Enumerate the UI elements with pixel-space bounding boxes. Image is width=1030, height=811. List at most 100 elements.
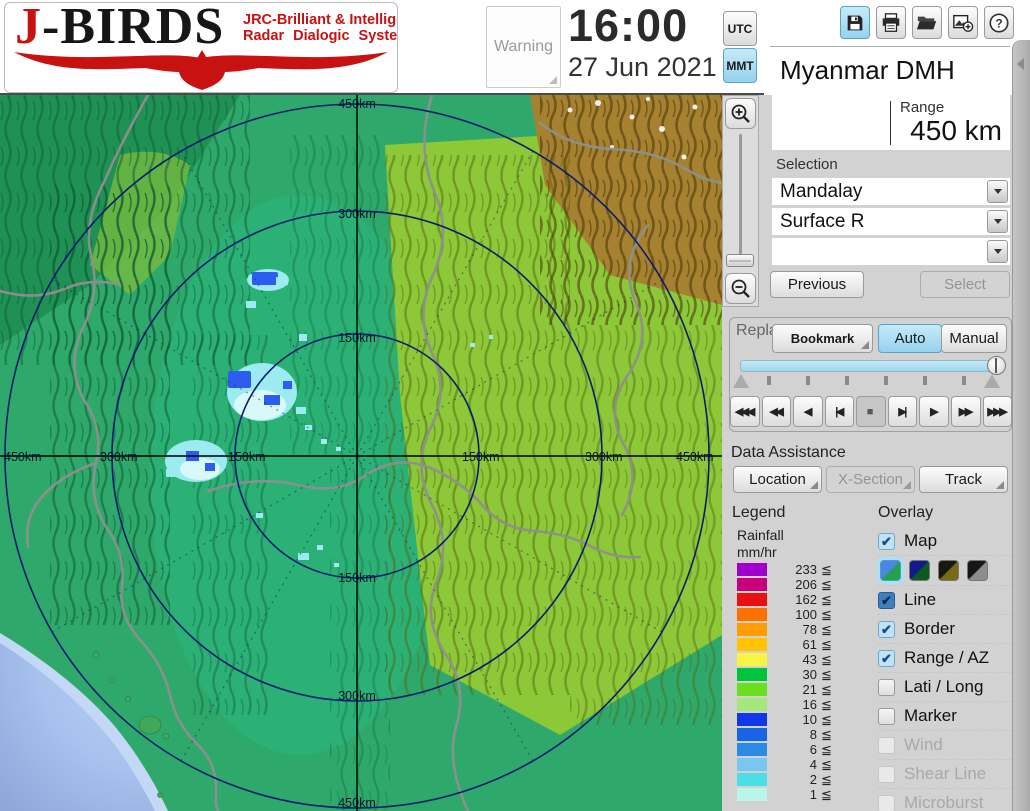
playback-forward-button[interactable]: ▶▶ xyxy=(951,396,981,427)
chevron-down-icon[interactable] xyxy=(987,180,1008,203)
eagle-icon xyxy=(12,49,390,91)
legend-color-swatch xyxy=(737,668,767,681)
playback-rewind-fast-button[interactable]: ◀◀◀ xyxy=(730,396,760,427)
legend-color-swatch xyxy=(737,653,767,666)
slider-tick xyxy=(806,376,810,385)
timezone-mmt-button[interactable]: MMT xyxy=(723,48,757,83)
range-az-checkbox[interactable]: ✔ xyxy=(878,650,895,667)
legend-operator: ≦ xyxy=(821,637,832,653)
marker-checkbox[interactable] xyxy=(878,708,895,725)
station-name: Myanmar DMH xyxy=(772,50,1010,90)
clock-date: 27 Jun 2021 xyxy=(568,52,717,83)
range-display: Range 450 km xyxy=(772,95,1010,150)
overlay-row-line: ✔Line xyxy=(878,586,1012,615)
previous-button[interactable]: Previous xyxy=(770,271,864,298)
timezone-utc-button[interactable]: UTC xyxy=(723,11,757,46)
line-checkbox[interactable]: ✔ xyxy=(878,592,895,609)
slider-tick xyxy=(767,376,771,385)
legend-value: 10 xyxy=(779,712,817,727)
playback-rewind-button[interactable]: ◀◀ xyxy=(762,396,792,427)
replay-slider-track[interactable] xyxy=(740,360,1004,372)
legend-item: 6≦ xyxy=(737,742,832,757)
slider-tick xyxy=(962,376,966,385)
range-ring-label: 150km xyxy=(462,450,500,464)
warning-button[interactable]: Warning xyxy=(486,6,561,88)
playback-forward-fast-button[interactable]: ▶▶▶ xyxy=(983,396,1013,427)
bookmark-button[interactable]: Bookmark xyxy=(772,324,873,353)
range-ring-label: 150km xyxy=(228,450,266,464)
header-bar: J-BIRDS JRC-Brilliant & Intelligent Rada… xyxy=(0,0,1030,95)
panel-collapse-strip[interactable] xyxy=(1012,40,1030,811)
playback-play-reverse-button[interactable]: ◀ xyxy=(793,396,823,427)
track-button[interactable]: Track xyxy=(919,466,1008,493)
map-style-black-gray-button[interactable] xyxy=(967,560,988,581)
selection-dropdown-3[interactable] xyxy=(772,238,1010,265)
wind-checkbox xyxy=(878,737,895,754)
legend-color-swatch xyxy=(737,608,767,621)
map-style-navy-green-button[interactable] xyxy=(909,560,930,581)
data-assistance-label: Data Assistance xyxy=(731,444,846,462)
dropdown-value: Mandalay xyxy=(780,179,862,205)
print-button[interactable] xyxy=(876,6,906,39)
x-section-button: X-Section xyxy=(826,466,915,493)
map-checkbox[interactable]: ✔ xyxy=(878,533,895,550)
legend-color-swatch xyxy=(737,638,767,651)
selection-dropdown-2[interactable]: Surface R xyxy=(772,208,1010,235)
toolbar: ? xyxy=(840,6,1014,39)
legend-operator: ≦ xyxy=(821,787,832,803)
legend-color-swatch xyxy=(737,593,767,606)
playback-step-first-button[interactable]: |◀ xyxy=(825,396,855,427)
map-style-black-olive-button[interactable] xyxy=(938,560,959,581)
legend-heading: Legend xyxy=(732,504,785,522)
slider-end-marker[interactable] xyxy=(984,374,1000,388)
save-button[interactable] xyxy=(840,6,870,39)
logo-title: J-BIRDS xyxy=(15,2,224,56)
legend-value: 21 xyxy=(779,682,817,697)
range-ring-label: 450km xyxy=(4,450,42,464)
legend-item: 10≦ xyxy=(737,712,832,727)
border-checkbox[interactable]: ✔ xyxy=(878,621,895,638)
legend-operator: ≦ xyxy=(821,742,832,758)
range-label: Range xyxy=(900,99,944,116)
playback-play-button[interactable]: ▶ xyxy=(919,396,949,427)
legend-operator: ≦ xyxy=(821,652,832,668)
auto-mode-button[interactable]: Auto xyxy=(878,324,942,353)
marker-label: Marker xyxy=(904,706,957,726)
map-style-blue-green-button[interactable] xyxy=(880,560,901,581)
zoom-out-button[interactable] xyxy=(725,273,756,304)
location-button[interactable]: Location xyxy=(733,466,822,493)
playback-step-last-button[interactable]: ▶| xyxy=(888,396,918,427)
add-image-button[interactable] xyxy=(948,6,978,39)
legend-item: 233≦ xyxy=(737,562,832,577)
legend-item: 162≦ xyxy=(737,592,832,607)
legend-value: 30 xyxy=(779,667,817,682)
slider-tick xyxy=(884,376,888,385)
zoom-slider-track[interactable] xyxy=(739,134,742,266)
j-birds-app: J-BIRDS JRC-Brilliant & Intelligent Rada… xyxy=(0,0,1030,811)
manual-mode-button[interactable]: Manual xyxy=(941,324,1007,353)
slider-start-marker[interactable] xyxy=(733,374,749,388)
radar-map[interactable]: 450km300km150km150km300km450km450km300km… xyxy=(0,95,722,811)
replay-slider-thumb[interactable] xyxy=(987,356,1006,375)
range-value: 450 km xyxy=(910,115,1002,147)
legend-operator: ≦ xyxy=(821,622,832,638)
legend-value: 61 xyxy=(779,637,817,652)
chevron-down-icon[interactable] xyxy=(987,210,1008,233)
legend-color-swatch xyxy=(737,698,767,711)
legend-item: 8≦ xyxy=(737,727,832,742)
help-button[interactable]: ? xyxy=(984,6,1014,39)
svg-text:?: ? xyxy=(995,16,1002,30)
open-folder-button[interactable] xyxy=(912,6,942,39)
playback-stop-button[interactable]: ■ xyxy=(856,396,886,427)
chevron-down-icon[interactable] xyxy=(987,240,1008,263)
range-az-label: Range / AZ xyxy=(904,648,989,668)
legend-operator: ≦ xyxy=(821,667,832,683)
zoom-slider-thumb[interactable] xyxy=(726,254,754,267)
lati-long-checkbox[interactable] xyxy=(878,679,895,696)
legend-color-swatch xyxy=(737,743,767,756)
zoom-in-button[interactable] xyxy=(725,98,756,129)
legend-operator: ≦ xyxy=(821,772,832,788)
legend-color-swatch xyxy=(737,563,767,576)
selection-dropdown-1[interactable]: Mandalay xyxy=(772,178,1010,205)
range-ring-label: 300km xyxy=(585,450,623,464)
